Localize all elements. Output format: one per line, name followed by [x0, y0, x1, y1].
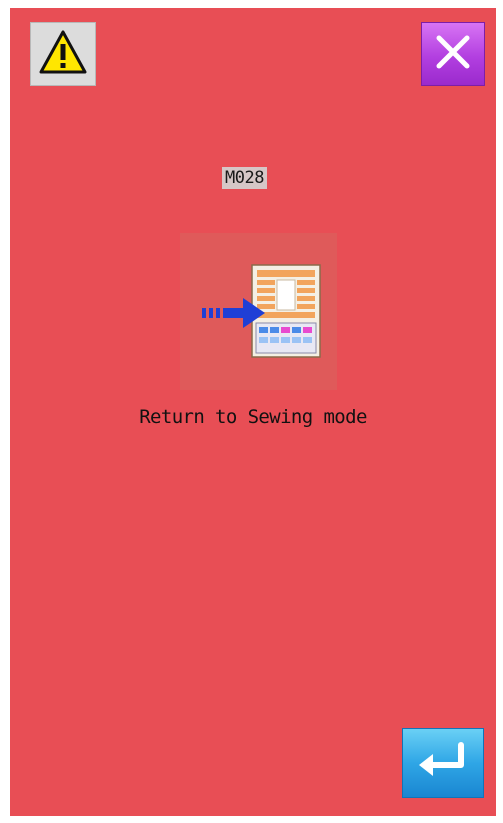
message-text: Return to Sewing mode — [139, 406, 367, 428]
warning-button[interactable] — [30, 22, 96, 86]
close-button[interactable] — [421, 22, 485, 86]
enter-button[interactable] — [402, 728, 484, 798]
return-to-sewing-mode-icon — [180, 233, 337, 390]
warning-triangle-icon — [38, 29, 88, 79]
message-code: M028 — [222, 167, 267, 189]
message-screen: M028 Return to Sewing mode — [10, 8, 496, 816]
close-x-icon — [433, 32, 473, 76]
enter-return-icon — [415, 741, 471, 785]
